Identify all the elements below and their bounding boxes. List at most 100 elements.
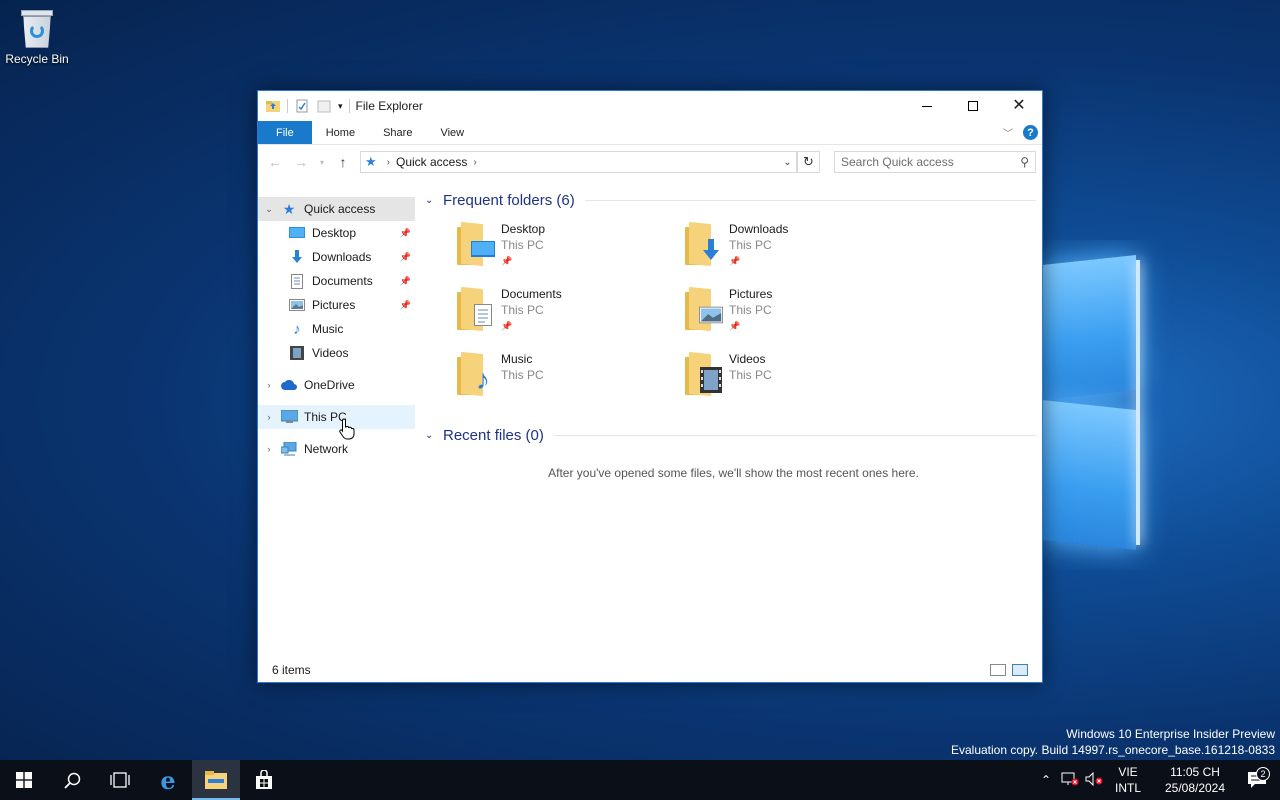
notification-count-badge: 2 — [1256, 767, 1270, 781]
pin-icon: 📌 — [729, 321, 741, 331]
breadcrumb-chevron-icon[interactable]: › — [473, 157, 476, 168]
pictures-folder-icon — [683, 286, 723, 332]
pin-icon[interactable]: 📌 — [400, 276, 411, 287]
folder-tile-videos[interactable]: Videos This PC — [683, 347, 911, 412]
language-code: VIE — [1118, 765, 1138, 779]
pin-icon[interactable]: 📌 — [400, 252, 411, 263]
chevron-right-icon[interactable]: › — [258, 380, 280, 390]
group-title: Recent files (0) — [443, 426, 544, 444]
search-button[interactable] — [48, 760, 96, 800]
address-bar[interactable]: ★ › Quick access › ⌄ — [360, 151, 798, 173]
folder-location: This PC — [729, 368, 772, 382]
breadcrumb-quick-access[interactable]: Quick access — [396, 155, 467, 169]
large-icons-view-button[interactable] — [1012, 664, 1028, 676]
desktop-icon-recycle-bin[interactable]: Recycle Bin — [4, 8, 70, 66]
search-box[interactable]: ⚲ — [834, 151, 1036, 173]
taskbar-store-button[interactable] — [240, 760, 288, 800]
folder-tile-downloads[interactable]: Downloads This PC 📌 — [683, 217, 911, 282]
folder-tile-music[interactable]: ♪ Music This PC — [455, 347, 683, 412]
folder-name: Pictures — [729, 287, 773, 301]
tab-home[interactable]: Home — [312, 121, 369, 144]
show-hidden-icons-chevron-icon[interactable]: ⌃ — [1034, 773, 1058, 787]
sidebar-item-label: Network — [304, 442, 349, 456]
action-center-button[interactable]: 2 — [1234, 767, 1280, 789]
recent-files-header[interactable]: ⌄ Recent files (0) — [425, 424, 1042, 446]
sidebar-item-downloads[interactable]: Downloads 📌 — [258, 245, 415, 269]
minimize-button[interactable] — [904, 91, 950, 121]
pictures-icon — [288, 297, 306, 313]
chevron-down-icon[interactable]: ⌄ — [425, 195, 439, 206]
sidebar-item-documents[interactable]: Documents 📌 — [258, 269, 415, 293]
desktop-icon — [288, 225, 306, 241]
address-dropdown-button[interactable]: ⌄ — [779, 152, 797, 172]
folder-tile-pictures[interactable]: Pictures This PC 📌 — [683, 282, 911, 347]
folder-location: This PC — [501, 238, 544, 252]
clock[interactable]: 11:05 CH 25/08/2024 — [1156, 764, 1234, 796]
folder-location: This PC — [501, 303, 544, 317]
sidebar-item-label: Downloads — [312, 250, 372, 264]
sidebar-item-desktop[interactable]: Desktop 📌 — [258, 221, 415, 245]
forward-button[interactable]: → — [290, 151, 312, 173]
pin-icon: 📌 — [501, 321, 513, 331]
refresh-button[interactable]: ↻ — [798, 151, 820, 173]
chevron-down-icon: ▾ — [319, 157, 324, 167]
new-folder-icon[interactable] — [316, 98, 332, 114]
taskbar-edge-button[interactable]: e — [144, 760, 192, 800]
sidebar-item-videos[interactable]: Videos — [258, 341, 415, 365]
search-icon — [63, 772, 80, 789]
chevron-right-icon[interactable]: › — [258, 444, 280, 454]
sidebar-item-network[interactable]: › Network — [258, 437, 415, 461]
tab-file[interactable]: File — [258, 121, 312, 144]
pin-icon[interactable]: 📌 — [400, 300, 411, 311]
search-icon[interactable]: ⚲ — [1020, 155, 1029, 169]
tab-view[interactable]: View — [426, 121, 478, 144]
taskbar-file-explorer-button[interactable] — [192, 760, 240, 800]
refresh-icon: ↻ — [803, 154, 814, 169]
sidebar-item-pictures[interactable]: Pictures 📌 — [258, 293, 415, 317]
folder-name: Downloads — [729, 222, 789, 236]
start-button[interactable] — [0, 760, 48, 800]
customize-toolbar-chevron-icon[interactable]: ▾ — [338, 101, 343, 112]
sidebar-item-label: Pictures — [312, 298, 356, 312]
maximize-button[interactable] — [950, 91, 996, 121]
chevron-down-icon[interactable]: ⌄ — [425, 430, 439, 441]
content-pane: ⌄ Frequent folders (6) Desktop This PC 📌 — [415, 187, 1042, 658]
arrow-up-icon: ↑ — [339, 154, 347, 170]
sidebar-item-onedrive[interactable]: › OneDrive — [258, 373, 415, 397]
pin-icon[interactable]: 📌 — [400, 228, 411, 239]
chevron-right-icon[interactable]: › — [258, 412, 280, 422]
task-view-icon — [110, 772, 130, 788]
folder-name: Videos — [729, 352, 766, 366]
computer-icon — [280, 409, 298, 425]
task-view-button[interactable] — [96, 760, 144, 800]
expand-ribbon-chevron-icon[interactable]: ﹀ — [1003, 125, 1013, 140]
input-language-indicator[interactable]: VIE INTL — [1106, 764, 1150, 796]
sidebar-item-this-pc[interactable]: › This PC — [258, 405, 415, 429]
details-view-button[interactable] — [990, 664, 1006, 676]
frequent-folders-header[interactable]: ⌄ Frequent folders (6) — [425, 189, 1042, 211]
chevron-down-icon[interactable]: ⌄ — [258, 204, 280, 215]
folder-tile-documents[interactable]: Documents This PC 📌 — [455, 282, 683, 347]
search-input[interactable] — [841, 155, 1021, 169]
back-button[interactable]: ← — [264, 151, 286, 173]
sidebar-item-quick-access[interactable]: ⌄ ★ Quick access — [258, 197, 415, 221]
documents-folder-icon — [455, 286, 495, 332]
recent-locations-button[interactable]: ▾ — [316, 151, 328, 173]
cloud-icon — [280, 377, 298, 393]
folder-tile-desktop[interactable]: Desktop This PC 📌 — [455, 217, 683, 282]
close-button[interactable]: ✕ — [996, 91, 1042, 121]
navigation-pane: ⌄ ★ Quick access Desktop 📌 Downloads 📌 D… — [258, 187, 415, 658]
up-button[interactable]: ↑ — [332, 151, 354, 173]
volume-muted-icon[interactable] — [1082, 771, 1106, 789]
help-icon[interactable]: ? — [1023, 125, 1038, 140]
hand-cursor-icon — [339, 418, 355, 440]
tab-share[interactable]: Share — [369, 121, 426, 144]
sidebar-item-label: OneDrive — [304, 378, 355, 392]
properties-icon[interactable] — [294, 98, 310, 114]
title-bar[interactable]: ▾ File Explorer ✕ — [258, 91, 1042, 121]
network-disconnected-icon[interactable] — [1058, 772, 1082, 789]
breadcrumb-chevron-icon[interactable]: › — [387, 157, 390, 168]
sidebar-item-music[interactable]: ♪ Music — [258, 317, 415, 341]
sidebar-item-label: Desktop — [312, 226, 357, 240]
watermark-line-edition: Windows 10 Enterprise Insider Preview — [1066, 727, 1275, 741]
